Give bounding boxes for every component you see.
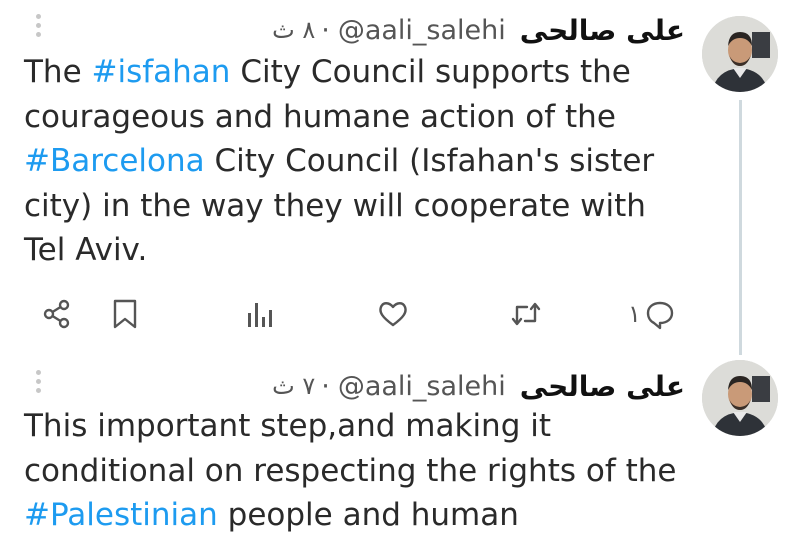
tweet-text-line: #Palestinian people and human [24,493,684,538]
reply-button[interactable]: ۱ [628,292,677,336]
reply-icon [646,301,674,330]
separator-dot: · [321,14,330,46]
tweet-text: The #isfahan City Council supports the co… [24,50,684,273]
tweet-header: ۷ ث · @aali_salehi علی صالحی [272,369,685,403]
tweet-2[interactable]: ۷ ث · @aali_salehi علی صالحی This import… [0,355,800,557]
like-button[interactable] [376,292,410,336]
tweet-text-line: conditional on respecting the rights of … [24,449,684,494]
views-button[interactable] [244,292,274,336]
bookmark-icon [113,299,137,329]
action-bar: ۱ [0,292,800,336]
tweet-text-line: The #isfahan City Council supports the [24,50,684,95]
text-segment: This important step,and making it [24,408,551,444]
text-segment: The [24,54,92,90]
reply-count: ۱ [628,300,641,328]
hashtag-link[interactable]: #Barcelona [24,143,205,179]
text-segment: people and human [217,497,519,533]
tweet-text-line: city) in the way they will cooperate wit… [24,184,684,229]
views-icon [248,303,272,327]
share-icon [43,299,70,329]
author-name[interactable]: علی صالحی [520,370,685,403]
tweet-text-line: Tel Aviv. [24,228,684,273]
text-segment: City Council (Isfahan's sister [204,143,655,179]
tweet-text-line: This important step,and making it [24,404,684,449]
text-segment: conditional on respecting the rights of … [24,452,677,489]
tweet-header: ۸ ث · @aali_salehi علی صالحی [272,13,685,47]
share-button[interactable] [40,292,74,336]
separator-dot: · [321,370,330,402]
author-handle[interactable]: @aali_salehi [338,371,506,402]
text-segment: City Council supports the [230,54,631,90]
tweet-time[interactable]: ۸ ث [272,16,315,44]
tweet-text-line: #Barcelona City Council (Isfahan's siste… [24,139,684,184]
more-icon[interactable] [34,370,42,400]
more-icon[interactable] [34,14,42,44]
retweet-button[interactable] [508,292,544,336]
text-segment: Tel Aviv. [24,232,148,268]
author-handle[interactable]: @aali_salehi [338,15,506,46]
retweet-icon [511,302,541,326]
tweet-text-line: courageous and humane action of the [24,95,684,140]
tweet-1[interactable]: ۸ ث · @aali_salehi علی صالحی The #isfaha… [0,0,800,355]
author-avatar[interactable] [702,360,778,436]
tweet-time[interactable]: ۷ ث [272,372,315,400]
author-name[interactable]: علی صالحی [520,14,685,47]
tweet-text: This important step,and making it conditi… [24,404,684,538]
author-avatar[interactable] [702,16,778,92]
text-segment: courageous and humane action of the [24,98,616,135]
hashtag-link[interactable]: #isfahan [92,54,231,90]
hashtag-link[interactable]: #Palestinian [24,497,218,533]
like-icon [379,302,407,327]
text-segment: city) in the way they will cooperate wit… [24,187,646,224]
bookmark-button[interactable] [110,292,140,336]
